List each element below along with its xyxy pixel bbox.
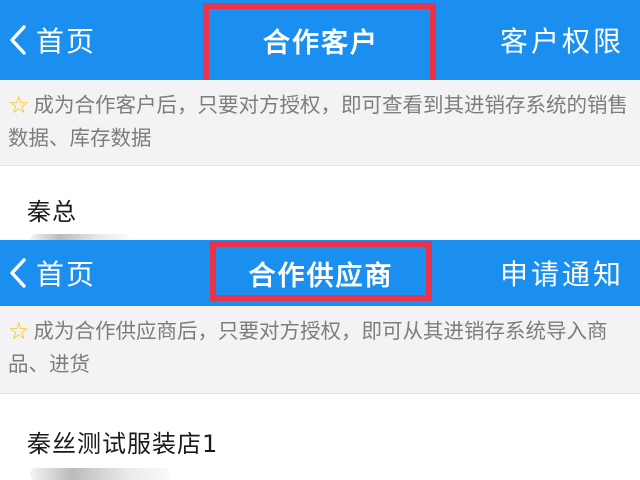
notice-text: 成为合作供应商后，只要对方授权，即可从其进销存系统导入商品、进货	[8, 319, 608, 376]
list-item-name: 秦丝测试服装店1	[27, 430, 219, 458]
customer-permissions-button[interactable]: 客户权限	[500, 0, 624, 80]
suppliers-screen: 首页 合作供应商 申请通知 ☆ 成为合作供应商后，只要对方授权，即可从其进销存系统…	[0, 240, 640, 480]
back-button[interactable]: 首页	[10, 0, 96, 80]
application-notifications-button[interactable]: 申请通知	[500, 240, 624, 306]
back-button[interactable]: 首页	[10, 240, 96, 306]
title-highlight-box	[210, 241, 432, 301]
back-label: 首页	[36, 25, 97, 58]
chevron-left-icon	[10, 25, 26, 55]
customers-screen: 首页 合作客户 客户权限 ☆ 成为合作客户后，只要对方授权，即可查看到其进销存系统…	[0, 0, 640, 240]
star-outline-icon: ☆	[8, 91, 30, 119]
list-item[interactable]: 秦总	[0, 166, 640, 240]
notice-banner: ☆ 成为合作客户后，只要对方授权，即可查看到其进销存系统的销售数据、库存数据	[0, 80, 640, 166]
list-item-name: 秦总	[27, 198, 77, 226]
chevron-left-icon	[10, 258, 26, 288]
title-highlight-box	[203, 3, 436, 86]
notice-text: 成为合作客户后，只要对方授权，即可查看到其进销存系统的销售数据、库存数据	[8, 93, 629, 150]
blurred-detail	[30, 468, 170, 480]
notice-banner: ☆ 成为合作供应商后，只要对方授权，即可从其进销存系统导入商品、进货	[0, 306, 640, 394]
back-label: 首页	[36, 258, 97, 291]
list-item[interactable]: 秦丝测试服装店1	[0, 394, 640, 480]
star-outline-icon: ☆	[8, 317, 30, 345]
